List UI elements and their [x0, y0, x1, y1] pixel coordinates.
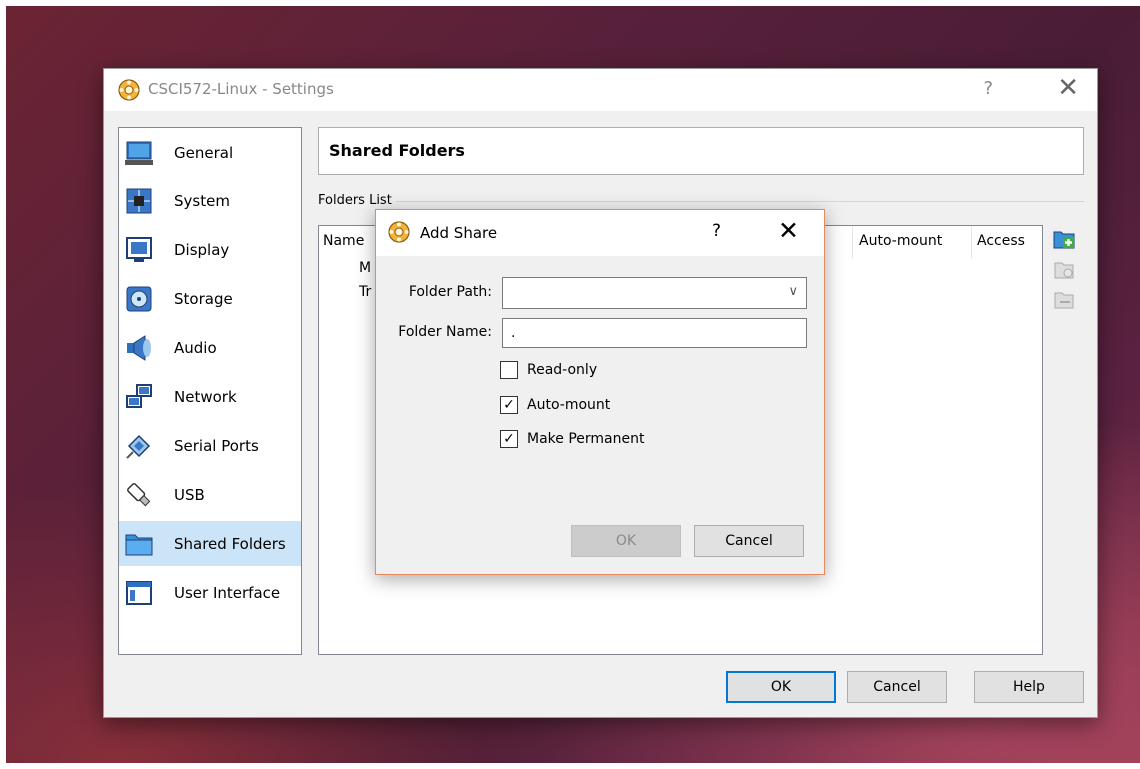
column-separator — [971, 226, 972, 258]
chevron-down-icon[interactable]: ∨ — [788, 284, 798, 299]
edit-share-icon[interactable] — [1052, 258, 1076, 282]
audio-icon — [124, 333, 154, 363]
readonly-label: Read-only — [527, 362, 598, 378]
folder-path-input[interactable] — [503, 278, 806, 308]
sidebar-item-network[interactable]: Network — [119, 374, 301, 419]
virtualbox-icon — [118, 79, 140, 101]
sidebar-item-serial-ports[interactable]: Serial Ports — [119, 423, 301, 468]
folder-path-combo[interactable]: ∨ — [502, 277, 807, 309]
column-header-name[interactable]: Name — [323, 233, 364, 249]
sidebar-item-label: Display — [174, 240, 230, 259]
virtualbox-icon — [388, 221, 410, 243]
sidebar-item-label: Network — [174, 387, 237, 406]
automount-checkbox-row[interactable]: ✓ Auto-mount — [500, 396, 610, 414]
window-close-button[interactable]: ✕ — [1057, 73, 1079, 103]
folder-name-label: Folder Name: — [398, 324, 492, 340]
window-help-button[interactable]: ? — [983, 78, 993, 99]
storage-icon — [124, 284, 154, 314]
readonly-checkbox[interactable] — [500, 361, 518, 379]
general-icon — [124, 138, 154, 168]
network-icon — [124, 382, 154, 412]
folder-path-label: Folder Path: — [408, 284, 492, 300]
add-share-icon[interactable] — [1052, 227, 1076, 251]
automount-label: Auto-mount — [527, 397, 611, 413]
automount-checkbox[interactable]: ✓ — [500, 396, 518, 414]
dialog-cancel-button[interactable]: Cancel — [694, 525, 804, 557]
settings-sidebar: General System Display Storage Audio Net… — [118, 127, 302, 655]
folders-list-label: Folders List — [318, 193, 396, 208]
window-title: CSCI572-Linux - Settings — [148, 80, 334, 98]
sidebar-item-label: General — [174, 143, 234, 162]
usb-icon — [124, 480, 154, 510]
make-permanent-checkbox[interactable]: ✓ — [500, 430, 518, 448]
sidebar-item-label: Serial Ports — [174, 436, 259, 455]
shared-folders-icon — [124, 529, 154, 559]
page-title: Shared Folders — [318, 127, 1084, 175]
list-item[interactable]: Tr — [359, 284, 371, 300]
folder-name-field[interactable] — [502, 318, 807, 348]
dialog-ok-button[interactable]: OK — [571, 525, 681, 557]
group-divider — [318, 201, 1084, 202]
display-icon — [124, 235, 154, 265]
column-separator — [852, 226, 853, 258]
sidebar-item-shared-folders[interactable]: Shared Folders — [119, 521, 301, 566]
serial-ports-icon — [124, 431, 154, 461]
window-titlebar: CSCI572-Linux - Settings ? ✕ — [104, 69, 1097, 111]
dialog-help-button[interactable]: ? — [712, 221, 721, 241]
sidebar-item-usb[interactable]: USB — [119, 472, 301, 517]
column-header-access[interactable]: Access — [977, 233, 1025, 249]
system-icon — [124, 186, 154, 216]
cancel-button[interactable]: Cancel — [847, 671, 947, 703]
ok-button[interactable]: OK — [726, 671, 836, 703]
permanent-checkbox-row[interactable]: ✓ Make Permanent — [500, 430, 644, 448]
sidebar-item-general[interactable]: General — [119, 130, 301, 175]
column-header-automount[interactable]: Auto-mount — [859, 233, 942, 249]
sidebar-item-label: User Interface — [174, 583, 281, 602]
sidebar-item-label: Storage — [174, 289, 233, 308]
make-permanent-label: Make Permanent — [527, 431, 645, 447]
dialog-title: Add Share — [420, 224, 498, 242]
list-item[interactable]: M — [359, 260, 371, 276]
sidebar-item-system[interactable]: System — [119, 178, 301, 223]
sidebar-item-label: USB — [174, 485, 205, 504]
help-button[interactable]: Help — [974, 671, 1084, 703]
sidebar-item-label: System — [174, 191, 230, 210]
sidebar-item-user-interface[interactable]: User Interface — [119, 570, 301, 615]
folder-name-input[interactable] — [503, 319, 806, 347]
sidebar-item-display[interactable]: Display — [119, 227, 301, 272]
dialog-titlebar: Add Share ? ✕ — [376, 210, 824, 256]
readonly-checkbox-row[interactable]: Read-only — [500, 361, 597, 379]
sidebar-item-label: Shared Folders — [174, 534, 286, 553]
sidebar-item-audio[interactable]: Audio — [119, 325, 301, 370]
remove-share-icon[interactable] — [1052, 288, 1076, 312]
sidebar-item-storage[interactable]: Storage — [119, 276, 301, 321]
user-interface-icon — [124, 578, 154, 608]
sidebar-item-label: Audio — [174, 338, 217, 357]
add-share-dialog: Add Share ? ✕ Folder Path: ∨ Folder Name… — [375, 209, 825, 575]
dialog-close-button[interactable]: ✕ — [778, 216, 799, 245]
